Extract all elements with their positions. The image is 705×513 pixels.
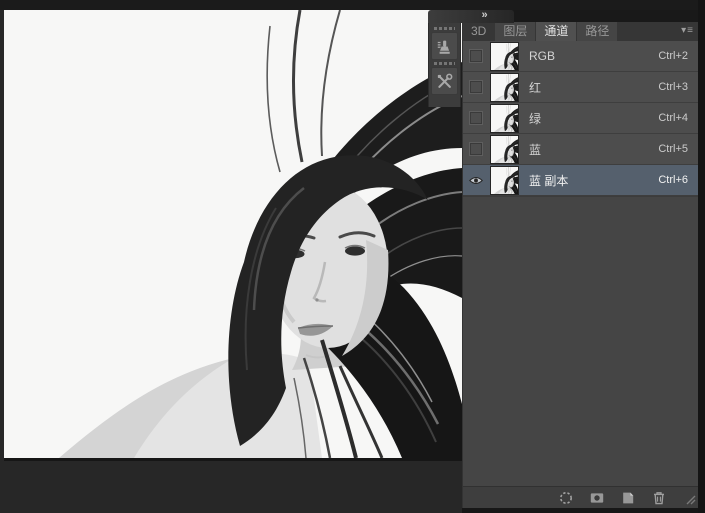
panel-tab-bar: 3D 图层 通道 路径 ▾≡ — [463, 22, 698, 41]
visibility-toggle[interactable] — [469, 173, 483, 187]
tab-layers[interactable]: 图层 — [495, 22, 535, 41]
clone-source-panel-button[interactable] — [431, 32, 458, 60]
window-right-strip — [698, 0, 705, 513]
mask-icon — [589, 490, 605, 506]
channel-shortcut: Ctrl+3 — [658, 81, 688, 93]
visibility-toggle[interactable] — [469, 142, 483, 156]
delete-channel-button[interactable] — [650, 489, 668, 507]
photoshop-workspace: » 3D 图层 通道 路径 ▾≡ RGB Ctrl+2 — [0, 0, 705, 513]
channel-name: 绿 — [529, 110, 658, 127]
dock-label-text — [434, 27, 455, 30]
channel-row-red[interactable]: 红 Ctrl+3 — [463, 72, 698, 103]
document-canvas[interactable] — [4, 10, 462, 458]
load-channel-as-selection-button[interactable] — [557, 489, 575, 507]
tab-3d[interactable]: 3D — [463, 22, 494, 41]
channel-name: 蓝 副本 — [529, 172, 658, 189]
channel-shortcut: Ctrl+2 — [658, 50, 688, 62]
channel-list: RGB Ctrl+2 红 Ctrl+3 绿 Ctrl+4 蓝 Ctrl+5 — [463, 41, 698, 196]
channel-row-green[interactable]: 绿 Ctrl+4 — [463, 103, 698, 134]
window-top-strip — [0, 0, 705, 10]
dock-label-text — [434, 62, 455, 65]
portrait-photo — [4, 10, 462, 458]
panel-bottom-gap — [462, 508, 698, 513]
channel-thumbnail[interactable] — [490, 135, 519, 164]
collapse-panels-button[interactable]: » — [428, 10, 514, 23]
channel-row-blue-copy[interactable]: 蓝 副本 Ctrl+6 — [463, 165, 698, 196]
crossed-tools-icon — [435, 72, 454, 91]
create-new-channel-button[interactable] — [619, 489, 637, 507]
channel-name: RGB — [529, 49, 658, 63]
channel-row-blue[interactable]: 蓝 Ctrl+5 — [463, 134, 698, 165]
tab-channels[interactable]: 通道 — [536, 22, 576, 41]
new-page-icon — [620, 490, 636, 506]
channel-thumbnail[interactable] — [490, 42, 519, 71]
visibility-toggle[interactable] — [469, 49, 483, 63]
channel-shortcut: Ctrl+5 — [658, 143, 688, 155]
tab-paths[interactable]: 路径 — [577, 22, 617, 41]
channel-row-rgb[interactable]: RGB Ctrl+2 — [463, 41, 698, 72]
panel-menu-icon[interactable]: ▾≡ — [681, 24, 694, 38]
channel-thumbnail[interactable] — [490, 73, 519, 102]
channel-thumbnail[interactable] — [490, 166, 519, 195]
panel-footer — [463, 486, 698, 508]
eye-icon — [469, 175, 483, 186]
visibility-toggle[interactable] — [469, 80, 483, 94]
channel-list-empty-area — [463, 196, 698, 486]
channels-panel: 3D 图层 通道 路径 ▾≡ RGB Ctrl+2 红 Ctrl+3 绿 — [462, 22, 698, 508]
channel-name: 红 — [529, 79, 658, 96]
channel-shortcut: Ctrl+4 — [658, 112, 688, 124]
trash-icon — [651, 490, 667, 506]
double-chevron-icon: » — [481, 9, 486, 21]
channel-name: 蓝 — [529, 141, 658, 158]
clone-stamp-icon — [435, 37, 454, 56]
dashed-circle-icon — [558, 490, 574, 506]
tools-panel-button[interactable] — [431, 67, 458, 95]
visibility-toggle[interactable] — [469, 111, 483, 125]
channel-shortcut: Ctrl+6 — [658, 174, 688, 186]
panel-resize-grip[interactable] — [684, 493, 696, 505]
channel-thumbnail[interactable] — [490, 104, 519, 133]
collapsed-panel-dock — [428, 23, 461, 107]
save-selection-as-channel-button[interactable] — [588, 489, 606, 507]
